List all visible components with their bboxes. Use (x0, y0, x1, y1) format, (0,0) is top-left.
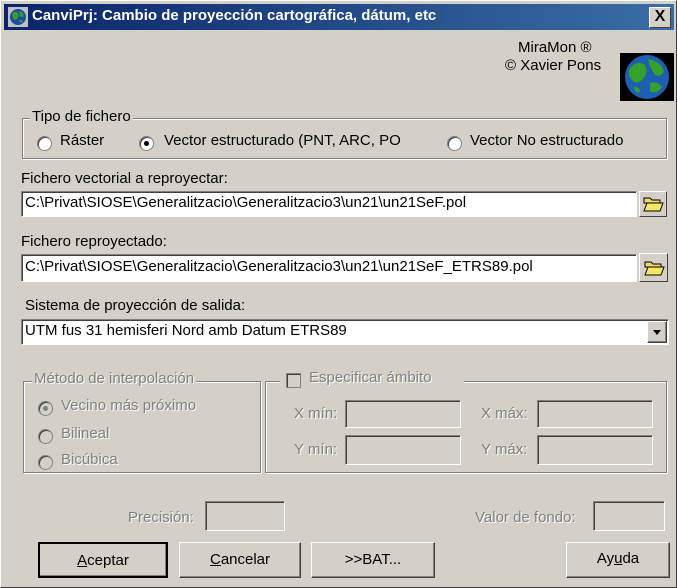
ambito-legend[interactable]: Especificar ámbito (309, 369, 432, 386)
dropdown-arrow-icon[interactable] (647, 321, 667, 343)
ymin-field[interactable] (345, 435, 461, 465)
bat-button[interactable]: >>BAT... (311, 542, 435, 578)
miramon-globe-logo (620, 53, 674, 101)
cancelar-accel: C (209, 551, 221, 568)
xmin-label: X mín: (294, 405, 338, 422)
interpolacion-legend: Método de interpolación (32, 370, 197, 387)
radio-bilineal[interactable] (38, 429, 53, 444)
input-file-field[interactable]: C:\Privat\SIOSE\Generalitzacio\Generalit… (21, 191, 637, 217)
dialog-window: CanviPrj: Cambio de proyección cartográf… (0, 0, 677, 588)
radio-bilineal-label[interactable]: Bilineal (61, 425, 109, 442)
radio-vector-estructurado[interactable] (139, 136, 154, 151)
credits-line-2: © Xavier Pons (505, 57, 602, 74)
cancelar-button[interactable]: Cancelar (179, 542, 301, 578)
tipo-fichero-legend: Tipo de fichero (30, 108, 133, 125)
sistema-label: Sistema de proyección de salida: (25, 297, 246, 314)
folder-open-icon (644, 261, 665, 276)
credits-line-1: MiraMon ® (518, 39, 592, 56)
precision-label: Precisión: (128, 509, 194, 526)
radio-vector-no-estructurado-label[interactable]: Vector No estructurado (470, 132, 623, 149)
sistema-select-value: UTM fus 31 hemisferi Nord amb Datum ETRS… (25, 322, 347, 339)
radio-vector-no-estructurado[interactable] (447, 136, 462, 151)
window-title: CanviPrj: Cambio de proyección cartográf… (32, 7, 437, 24)
radio-bicubica-label[interactable]: Bicúbica (61, 451, 118, 468)
ymax-label: Y máx: (481, 441, 528, 458)
output-file-label: Fichero reproyectado: (21, 233, 167, 250)
title-bar[interactable]: CanviPrj: Cambio de proyección cartográf… (4, 4, 674, 30)
radio-raster-label[interactable]: Ráster (60, 132, 104, 149)
xmin-field[interactable] (345, 400, 461, 428)
bat-label: >>BAT... (344, 551, 402, 568)
cancelar-label: ancelar (220, 551, 271, 568)
aceptar-button[interactable]: Aceptar (38, 542, 168, 578)
app-globe-icon (8, 7, 28, 27)
fondo-label: Valor de fondo: (475, 509, 576, 526)
xmax-field[interactable] (537, 400, 653, 428)
ymin-label: Y mín: (294, 441, 338, 458)
ambito-checkbox[interactable] (286, 373, 301, 388)
precision-field[interactable] (205, 501, 285, 531)
ymax-field[interactable] (537, 435, 653, 465)
input-file-label: Fichero vectorial a reproyectar: (21, 170, 228, 187)
output-file-browse-button[interactable] (639, 253, 668, 282)
aceptar-accel: A (77, 552, 88, 569)
radio-vecino[interactable] (38, 401, 53, 416)
close-button[interactable]: X (649, 7, 671, 28)
ayuda-button[interactable]: Ayuda (566, 542, 670, 578)
sistema-select[interactable]: UTM fus 31 hemisferi Nord amb Datum ETRS… (21, 319, 669, 345)
output-file-field[interactable]: C:\Privat\SIOSE\Generalitzacio\Generalit… (21, 254, 637, 282)
radio-raster[interactable] (37, 136, 52, 151)
radio-vecino-label[interactable]: Vecino más próximo (61, 397, 196, 414)
ayuda-label-rest: da (622, 550, 640, 567)
radio-bicubica[interactable] (38, 455, 53, 470)
ayuda-label-pre: Ay (596, 550, 615, 567)
fondo-field[interactable] (593, 501, 665, 531)
radio-vector-estructurado-label[interactable]: Vector estructurado (PNT, ARC, PO (164, 132, 401, 149)
input-file-browse-button[interactable] (639, 191, 667, 217)
aceptar-label: ceptar (87, 552, 129, 569)
interpolacion-group (23, 381, 261, 473)
folder-open-icon (643, 197, 664, 212)
xmax-label: X máx: (481, 405, 528, 422)
